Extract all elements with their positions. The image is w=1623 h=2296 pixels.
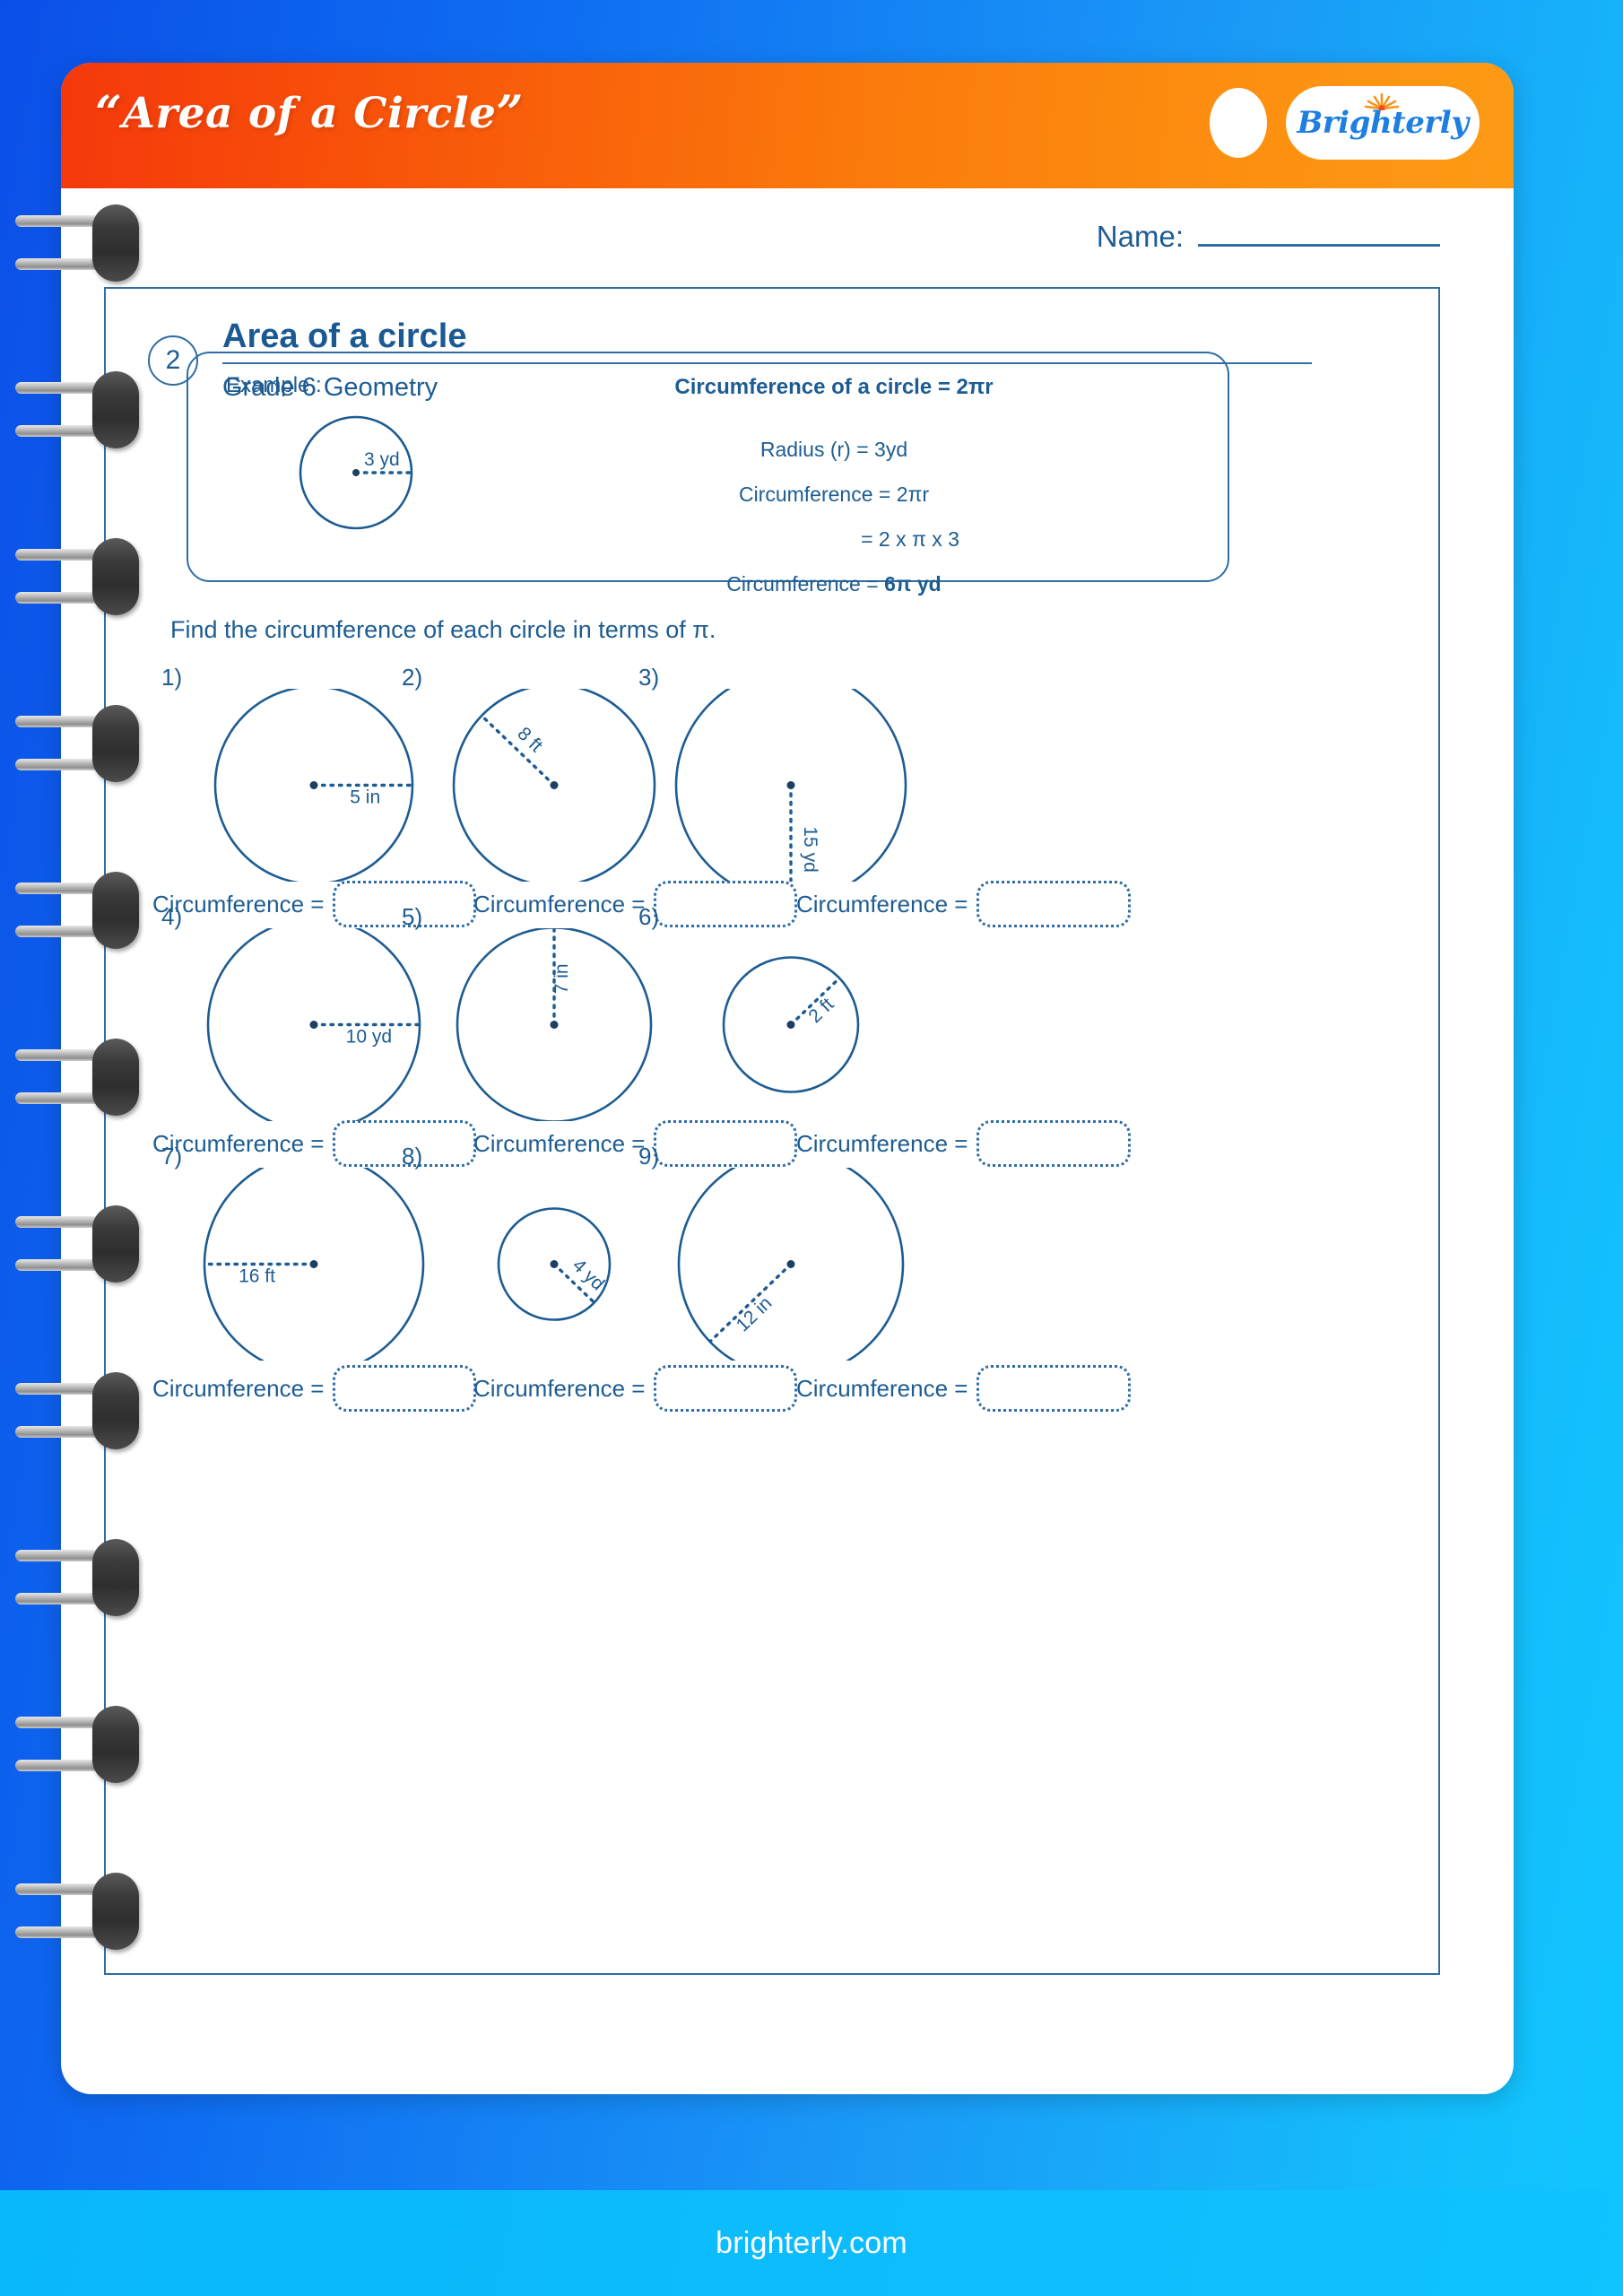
example-line-radius: Radius (r) = 3yd [759,438,908,461]
problem-cell: 9) 12 in [638,1143,1024,1367]
example-line-result: Circumference = 6π yd [520,572,1148,596]
problem-number: 3) [638,664,660,691]
center-point [309,1260,318,1268]
problem-number: 6) [638,903,660,930]
problem-cell: 3) 15 yd [638,664,1024,888]
problem-number: 5) [402,903,423,930]
example-result-prefix: Circumference = [726,572,885,596]
center-point [786,781,795,789]
problem-number: 9) [638,1143,660,1170]
header-decorative-circle [1210,88,1267,158]
radius-label: 4 yd [568,1255,609,1294]
answer-input-box[interactable] [976,1365,1132,1412]
center-point [309,1021,318,1029]
circle-svg: 15 yd [674,689,907,882]
brand-logo-wrap: Brighterly [1297,92,1469,141]
example-radius-label: 3 yd [364,449,400,470]
worksheet-frame: 2 Area of a circle Grade 6 Geometry Exam… [104,287,1440,1975]
answer-input-box[interactable] [333,1365,477,1412]
example-formula-block: Circumference of a circle = 2πr Radius (… [520,375,1148,617]
answer-label: Circumference = [473,1374,646,1402]
answer-cell: Circumference = [473,1365,798,1412]
radius-label: 5 in [350,787,380,808]
example-box: Example : 3 yd Circumference of a circle… [187,352,1229,596]
circle-figure: 2 ft [638,928,1024,1121]
problem-number: 1) [161,664,183,691]
problem-number: 8) [402,1143,423,1170]
answer-label: Circumference = [152,1374,325,1402]
example-result-value: 6π yd [884,572,942,596]
answer-input-box[interactable] [654,1365,798,1412]
circle-figure: 15 yd [638,689,1024,882]
radius-label: 7 in [551,963,572,994]
answer-cell: Circumference = [152,1365,477,1412]
radius-label: 10 yd [346,1027,392,1048]
center-point [786,1260,795,1268]
footer-bar: brighterly.com [0,2190,1623,2296]
center-point [550,1260,559,1268]
worksheet-paper: “Area of a Circle” Brighterly Name: 2 Ar… [61,63,1514,2094]
problem-number: 7) [161,1143,183,1170]
open-quote-mark: “ [95,86,123,141]
radius-label: 2 ft [804,994,838,1027]
brand-name-text: Brighterly [1297,105,1469,141]
example-circle-svg: 3 yd [299,415,413,530]
radius-label: 12 in [733,1292,777,1335]
problem-cell: 6) 2 ft [638,903,1024,1127]
name-input-blank[interactable] [1198,220,1440,247]
name-label: Name: [1096,220,1184,253]
footer-website-text: brighterly.com [716,2225,907,2260]
problem-number: 4) [161,903,183,930]
radius-label: 16 ft [239,1266,275,1287]
example-circle-figure: 3 yd [280,396,432,549]
problem-number: 2) [402,664,423,691]
example-line-substitution: = 2 x π x 3 [861,527,959,551]
instruction-text: Find the circumference of each circle in… [170,616,716,643]
radius-line [480,714,556,787]
answer-label: Circumference = [796,1374,968,1402]
brand-logo[interactable]: Brighterly [1286,86,1480,160]
example-label: Example : [226,373,322,397]
example-formula-title: Circumference of a circle = 2πr [674,375,994,399]
center-point [550,781,559,789]
name-field-row: Name: [61,220,1514,254]
page-title-text: Area of a Circle [122,89,497,138]
center-point [786,1021,795,1029]
circle-figure: 12 in [638,1168,1024,1361]
circle-svg: 2 ft [722,956,860,1093]
answer-cell: Circumference = [796,1365,1132,1412]
center-point [550,1021,559,1029]
page-title: “Area of a Circle” [95,86,524,141]
circle-svg: 12 in [677,1168,905,1361]
center-point [309,781,318,789]
worksheet-header-band: “Area of a Circle” Brighterly [61,63,1514,188]
close-quote-mark: ” [496,86,524,141]
radius-label: 8 ft [513,723,546,756]
radius-label: 15 yd [800,826,820,872]
sun-burst-icon [1364,92,1399,110]
example-line-circumference: Circumference = 2πr [738,483,930,506]
